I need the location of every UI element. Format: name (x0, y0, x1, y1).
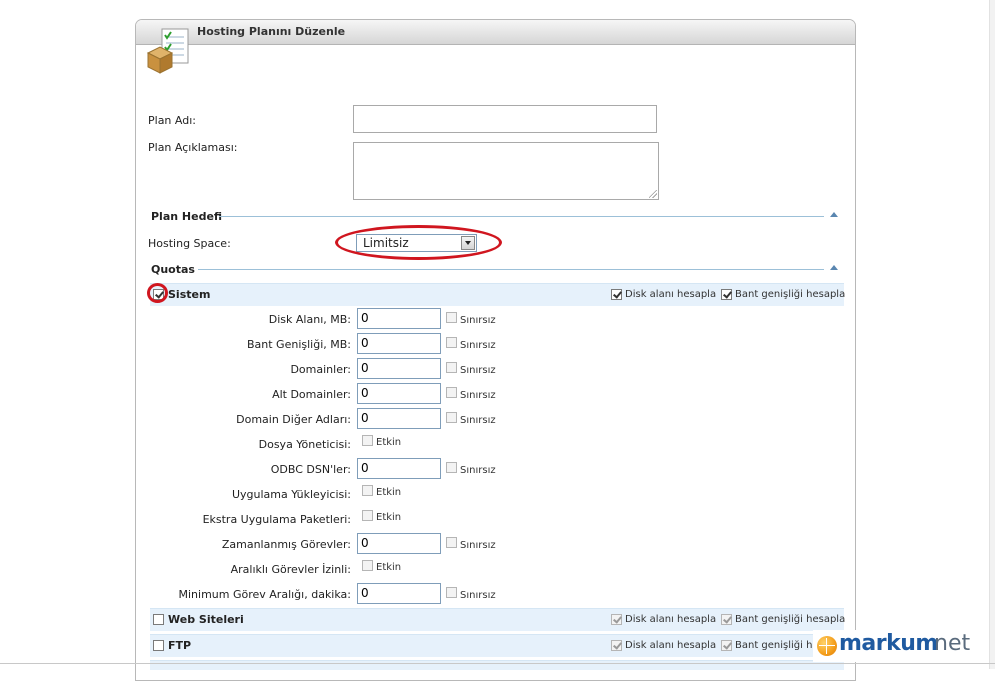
quota-group-system: Sistem Disk alanı hesapla Bant genişliği… (150, 283, 846, 306)
disk-calc-checkbox[interactable] (611, 289, 622, 300)
enabled-checkbox[interactable] (362, 510, 373, 521)
bandwidth-calc-label: Bant genişliği hesapla (735, 614, 846, 625)
section-divider (219, 216, 824, 217)
quota-value-input[interactable]: 0 (357, 458, 441, 479)
group-system-name: Sistem (168, 288, 211, 301)
enabled-label: Etkin (376, 562, 402, 573)
hosting-space-label: Hosting Space: (148, 237, 231, 250)
quota-value-input[interactable]: 0 (357, 333, 441, 354)
unlimited-checkbox[interactable] (446, 312, 457, 323)
unlimited-checkbox[interactable] (446, 537, 457, 548)
bottom-divider (0, 663, 995, 664)
quota-value-input[interactable]: 0 (357, 583, 441, 604)
unlimited-label: Sınırsız (460, 315, 496, 326)
quota-group-ftp: FTP Disk alanı hesapla Bant genişliği he… (150, 634, 845, 657)
bandwidth-calc-checkbox[interactable] (721, 614, 732, 625)
unlimited-label: Sınırsız (460, 465, 496, 476)
quota-row-label: Domainler: (290, 363, 351, 376)
quota-row-label: Domain Diğer Adları: (236, 413, 351, 426)
quota-value-input[interactable]: 0 (357, 383, 441, 404)
bandwidth-calc-label: Bant genişliği hesapla (735, 289, 846, 300)
unlimited-label: Sınırsız (460, 590, 496, 601)
disk-calc-label: Disk alanı hesapla (625, 614, 717, 625)
highlight-ellipse (335, 225, 502, 260)
unlimited-checkbox[interactable] (446, 462, 457, 473)
quota-value-input[interactable]: 0 (357, 408, 441, 429)
unlimited-label: Sınırsız (460, 415, 496, 426)
bandwidth-calc-checkbox[interactable] (721, 640, 732, 651)
plan-description-textarea[interactable] (353, 142, 659, 200)
disk-calc-label: Disk alanı hesapla (625, 640, 717, 651)
group-ftp-name: FTP (168, 639, 192, 652)
disk-calc-checkbox[interactable] (611, 640, 622, 651)
disk-calc-label: Disk alanı hesapla (625, 289, 717, 300)
unlimited-label: Sınırsız (460, 340, 496, 351)
quota-value-input[interactable]: 0 (357, 308, 441, 329)
quota-row-label: Dosya Yöneticisi: (258, 438, 351, 451)
hosting-plan-icon (146, 28, 189, 74)
quota-row-label: Bant Genişliği, MB: (246, 338, 351, 351)
quota-value-input[interactable]: 0 (357, 358, 441, 379)
unlimited-checkbox[interactable] (446, 337, 457, 348)
plan-name-input[interactable] (353, 105, 657, 133)
page-title: Hosting Planını Düzenle (197, 25, 346, 38)
group-websites-checkbox[interactable] (153, 614, 164, 625)
enabled-checkbox[interactable] (362, 435, 373, 446)
quota-group-websites: Web Siteleri Disk alanı hesapla Bant gen… (150, 608, 846, 631)
quotas-section-title: Quotas (151, 263, 195, 276)
quota-row-label: Alt Domainler: (272, 388, 351, 401)
group-websites-name: Web Siteleri (168, 613, 244, 626)
unlimited-label: Sınırsız (460, 540, 496, 551)
unlimited-checkbox[interactable] (446, 387, 457, 398)
quota-row-label: Uygulama Yükleyicisi: (231, 488, 351, 501)
unlimited-label: Sınırsız (460, 365, 496, 376)
quota-row-label: ODBC DSN'ler: (270, 463, 351, 476)
enabled-label: Etkin (376, 487, 402, 498)
quota-row-label: Ekstra Uygulama Paketleri: (202, 513, 351, 526)
quota-row-label: Disk Alanı, MB: (268, 313, 351, 326)
disk-calc-checkbox[interactable] (611, 614, 622, 625)
enabled-label: Etkin (376, 437, 402, 448)
markumnet-logo: markum net (813, 630, 983, 662)
quota-row-label: Zamanlanmış Görevler: (221, 538, 351, 551)
plan-name-label: Plan Adı: (148, 114, 196, 127)
group-ftp-checkbox[interactable] (153, 640, 164, 651)
unlimited-checkbox[interactable] (446, 362, 457, 373)
enabled-checkbox[interactable] (362, 485, 373, 496)
bandwidth-calc-checkbox[interactable] (721, 289, 732, 300)
globe-icon (817, 636, 837, 656)
quota-row-label: Aralıklı Görevler İzinli: (230, 563, 351, 576)
resize-grip-icon[interactable] (649, 190, 657, 198)
window-right-edge (989, 0, 995, 669)
highlight-circle (147, 283, 168, 303)
plan-description-label: Plan Açıklaması: (148, 141, 238, 154)
quota-row-label: Minimum Görev Aralığı, dakika: (178, 588, 352, 601)
panel-header: Hosting Planını Düzenle (136, 20, 855, 45)
enabled-checkbox[interactable] (362, 560, 373, 571)
quota-value-input[interactable]: 0 (357, 533, 441, 554)
unlimited-checkbox[interactable] (446, 412, 457, 423)
unlimited-label: Sınırsız (460, 390, 496, 401)
collapse-plan-target-icon[interactable] (830, 212, 838, 217)
enabled-label: Etkin (376, 512, 402, 523)
unlimited-checkbox[interactable] (446, 587, 457, 598)
plan-target-section-title: Plan Hedefi (151, 210, 223, 223)
collapse-quotas-icon[interactable] (830, 265, 838, 270)
section-divider (198, 269, 824, 270)
